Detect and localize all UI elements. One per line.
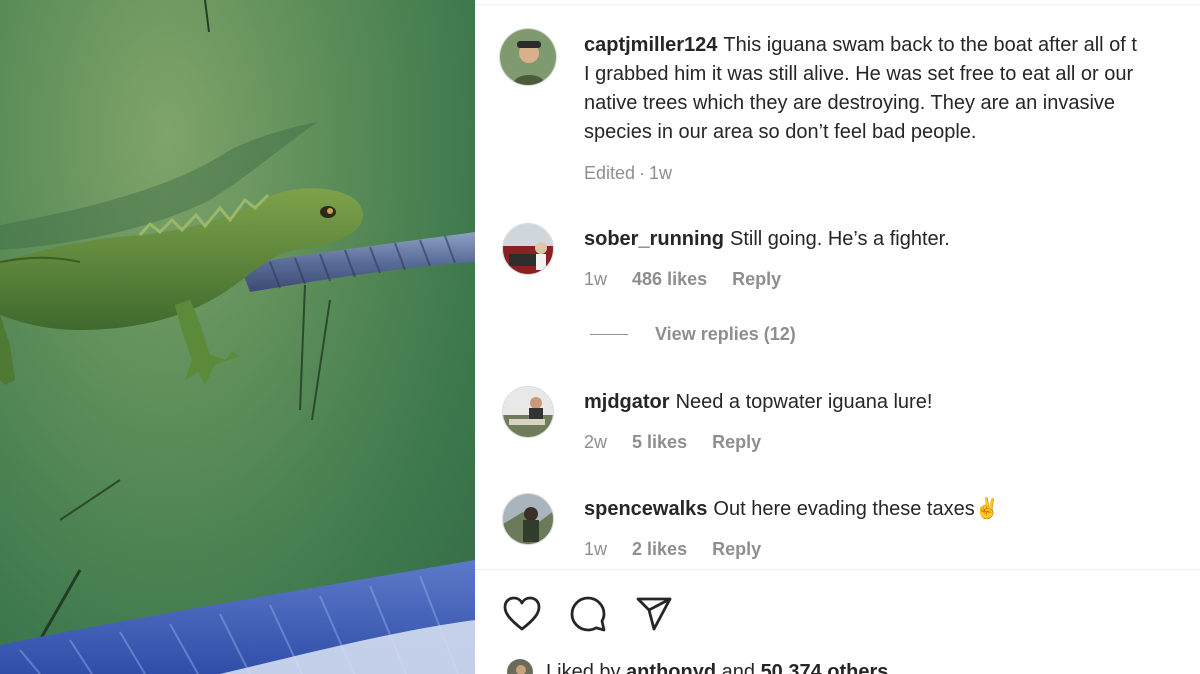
comment-text: Still going. He’s a fighter. — [730, 228, 950, 250]
caption-line: native trees which they are destroying. … — [584, 92, 1116, 114]
actions-divider — [475, 569, 1200, 570]
comment-username[interactable]: sober_running — [584, 228, 724, 250]
liked-by-row[interactable]: Liked by anthonyd and 50,374 others — [506, 658, 888, 674]
heart-icon — [503, 596, 541, 631]
reply-button[interactable]: Reply — [712, 539, 761, 559]
comment-bubble-icon — [570, 596, 606, 632]
comment-item: mjdgator Need a topwater iguana lure! — [584, 388, 1200, 417]
comment-meta: 1w 2 likes Reply — [584, 539, 781, 560]
liked-by-text: Liked by anthonyd and 50,374 others — [546, 661, 888, 674]
comments-panel: captjmiller124 This iguana swam back to t… — [475, 0, 1200, 674]
comment-likes[interactable]: 486 likes — [632, 269, 707, 289]
caption-line: species in our area so don’t feel bad pe… — [584, 121, 977, 143]
view-replies-button[interactable]: View replies (12) — [590, 324, 796, 345]
comment-text: Out here evading these taxes — [713, 498, 975, 520]
share-button[interactable] — [634, 594, 674, 634]
comment-button[interactable] — [568, 594, 608, 634]
caption-username[interactable]: captjmiller124 — [584, 34, 717, 56]
top-divider — [475, 4, 1200, 5]
edited-label: Edited — [584, 163, 636, 183]
caption-time: 1w — [649, 163, 673, 183]
iguana-photo — [0, 0, 475, 674]
caption-line: captjmiller124 This iguana swam back to t… — [584, 34, 1137, 56]
commenter-avatar[interactable] — [502, 386, 554, 438]
caption-line: I grabbed him it was still alive. He was… — [584, 63, 1134, 85]
comment-time: 1w — [584, 539, 608, 559]
reply-button[interactable]: Reply — [732, 269, 781, 289]
comment-meta: 2w 5 likes Reply — [584, 432, 781, 453]
comment-likes[interactable]: 2 likes — [632, 539, 687, 559]
comment-text: Need a topwater iguana lure! — [675, 391, 933, 413]
comment-meta: 1w 486 likes Reply — [584, 269, 801, 290]
comment-username[interactable]: mjdgator — [584, 391, 670, 413]
reply-button[interactable]: Reply — [712, 432, 761, 452]
commenter-avatar[interactable] — [502, 493, 554, 545]
comment-item: spencewalks Out here evading these taxes✌… — [584, 495, 1200, 524]
comment-likes[interactable]: 5 likes — [632, 432, 687, 452]
commenter-avatar[interactable] — [502, 223, 554, 275]
post-media[interactable] — [0, 0, 475, 674]
victory-hand-emoji: ✌️ — [974, 498, 1000, 520]
caption: captjmiller124 This iguana swam back to t… — [584, 31, 1200, 147]
comment-item: sober_running Still going. He’s a fighter… — [584, 225, 1200, 254]
comment-username[interactable]: spencewalks — [584, 498, 707, 520]
caption-author-avatar[interactable] — [499, 28, 557, 86]
liker-avatar — [506, 658, 534, 674]
like-button[interactable] — [502, 594, 542, 634]
comment-time: 2w — [584, 432, 608, 452]
liker-username[interactable]: anthonyd — [626, 661, 716, 674]
comment-time: 1w — [584, 269, 608, 289]
post-actions — [502, 594, 674, 634]
paper-plane-icon — [636, 597, 672, 631]
replies-line — [590, 334, 628, 335]
caption-meta: Edited · 1w — [584, 163, 673, 183]
likes-count[interactable]: 50,374 others — [761, 661, 889, 674]
